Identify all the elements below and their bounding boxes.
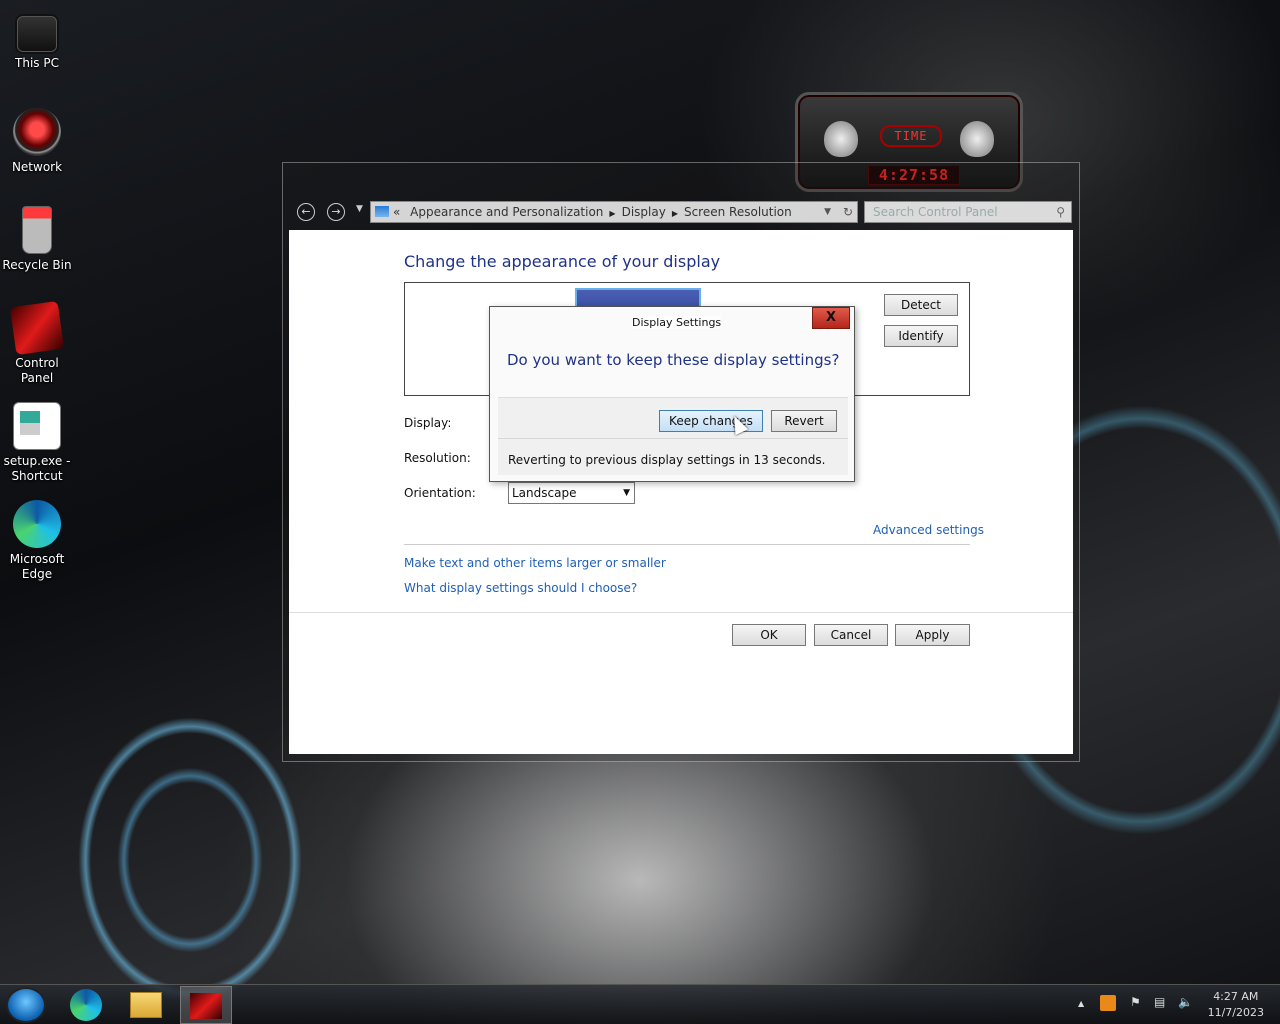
orientation-label: Orientation: [404, 486, 476, 500]
identify-button[interactable]: Identify [884, 325, 958, 347]
breadcrumb-prefix[interactable]: « [393, 205, 400, 219]
control-panel-icon [9, 300, 65, 356]
display-help-link[interactable]: What display settings should I choose? [404, 581, 637, 595]
desktop-icon-edge[interactable]: Microsoft Edge [0, 500, 74, 582]
clock-date: 11/7/2023 [1207, 1006, 1264, 1019]
desktop-icon-label: setup.exe - Shortcut [3, 454, 71, 483]
control-panel-icon [190, 993, 222, 1019]
breadcrumb-separator-icon[interactable]: ▶ [609, 209, 615, 218]
network-tray-icon[interactable]: ▤ [1154, 995, 1165, 1009]
refresh-icon[interactable]: ↻ [843, 202, 853, 222]
divider [289, 612, 1073, 613]
desktop-icon-label: Microsoft Edge [9, 552, 65, 581]
show-hidden-icons-button[interactable]: ▲ [1078, 999, 1084, 1008]
forward-arrow-icon[interactable]: → [327, 203, 345, 221]
taskbar-clock[interactable]: 4:27 AM 11/7/2023 [1208, 989, 1264, 1021]
control-panel-small-icon [375, 206, 389, 217]
dialog-button-panel: Keep changes Revert Reverting to previou… [498, 397, 848, 475]
computer-icon [17, 16, 57, 52]
flame-tray-icon[interactable] [1100, 995, 1116, 1011]
edge-icon [13, 500, 61, 548]
address-bar[interactable]: « Appearance and Personalization ▶ Display… [370, 201, 858, 223]
orientation-select[interactable]: Landscape ▼ [508, 482, 635, 504]
dialog-close-button[interactable]: X [812, 307, 850, 329]
divider [404, 544, 970, 545]
recycle-bin-icon [22, 206, 52, 254]
page-title: Change the appearance of your display [404, 252, 721, 271]
display-label: Display: [404, 416, 452, 430]
taskbar-file-explorer[interactable] [120, 986, 172, 1024]
text-size-link[interactable]: Make text and other items larger or smal… [404, 556, 666, 570]
search-placeholder: Search Control Panel [873, 205, 998, 219]
taskbar-edge[interactable] [60, 986, 112, 1024]
desktop-icon-this-pc[interactable]: This PC [0, 10, 74, 71]
cancel-button[interactable]: Cancel [814, 624, 888, 646]
desktop-icon-label: Recycle Bin [2, 258, 72, 272]
gadget-time-label: TIME [880, 125, 942, 147]
search-input[interactable]: Search Control Panel ⚲ [864, 201, 1072, 223]
desktop-icon-control-panel[interactable]: Control Panel [0, 300, 74, 386]
desktop-icon-recycle-bin[interactable]: Recycle Bin [0, 206, 74, 273]
desktop-icon-setup-shortcut[interactable]: setup.exe - Shortcut [0, 402, 74, 484]
navigation-bar: ← → ▼ « Appearance and Personalization ▶ D… [290, 200, 1072, 224]
advanced-settings-link[interactable]: Advanced settings [873, 523, 984, 537]
resolution-label: Resolution: [404, 451, 471, 465]
back-arrow-icon[interactable]: ← [297, 203, 315, 221]
search-icon[interactable]: ⚲ [1056, 202, 1065, 222]
alien-head-icon [824, 121, 858, 157]
desktop-icon-label: This PC [15, 56, 59, 70]
breadcrumb-separator-icon[interactable]: ▶ [672, 209, 678, 218]
breadcrumb-display[interactable]: Display [622, 205, 666, 219]
divider [498, 438, 848, 439]
volume-icon[interactable]: 🔈 [1178, 995, 1193, 1009]
taskbar-control-panel[interactable] [180, 986, 232, 1024]
dialog-title: Display Settings [632, 316, 722, 329]
start-button[interactable] [6, 987, 46, 1023]
chevron-down-icon: ▼ [623, 488, 630, 498]
alien-head-icon [960, 121, 994, 157]
breadcrumb-appearance[interactable]: Appearance and Personalization [410, 205, 603, 219]
desktop-icon-network[interactable]: Network [0, 108, 74, 175]
taskbar: ▲ ⚑ ▤ 🔈 4:27 AM 11/7/2023 [0, 984, 1280, 1024]
detect-button[interactable]: Detect [884, 294, 958, 316]
dialog-question: Do you want to keep these display settin… [507, 351, 840, 369]
apply-button[interactable]: Apply [895, 624, 970, 646]
display-settings-dialog: Display Settings X Do you want to keep t… [489, 306, 855, 482]
folder-icon [130, 992, 162, 1018]
clock-time: 4:27 AM [1213, 990, 1259, 1003]
edge-icon [70, 989, 102, 1021]
ok-button[interactable]: OK [732, 624, 806, 646]
action-center-flag-icon[interactable]: ⚑ [1130, 995, 1141, 1009]
desktop-icon-label: Control Panel [15, 356, 59, 385]
breadcrumb-screen-resolution[interactable]: Screen Resolution [684, 205, 792, 219]
network-icon [13, 108, 61, 156]
setup-exe-icon [13, 402, 61, 450]
orientation-value: Landscape [512, 486, 577, 500]
address-dropdown-icon[interactable]: ▼ [824, 202, 831, 222]
revert-button[interactable]: Revert [771, 410, 837, 432]
desktop-icon-label: Network [11, 160, 63, 174]
recent-pages-chevron-icon[interactable]: ▼ [356, 204, 363, 214]
revert-countdown-message: Reverting to previous display settings i… [508, 453, 826, 467]
